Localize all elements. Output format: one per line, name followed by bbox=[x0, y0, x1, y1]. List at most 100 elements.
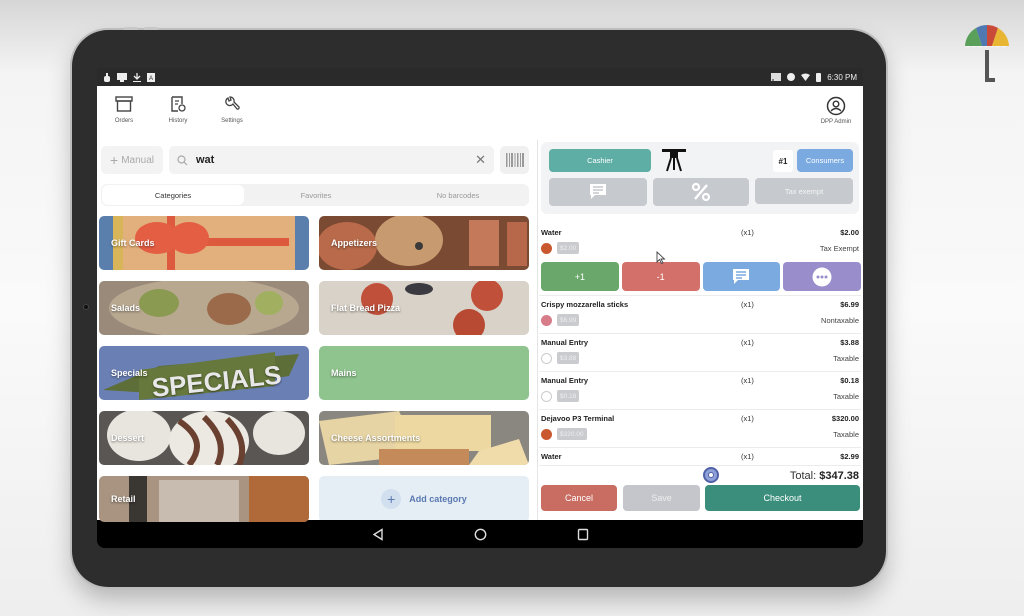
item-note-button[interactable] bbox=[702, 262, 781, 291]
close-icon[interactable]: ✕ bbox=[475, 152, 486, 168]
item-price: $2.99 bbox=[840, 452, 859, 461]
discount-button[interactable] bbox=[653, 178, 749, 206]
item-tax-status: Nontaxable bbox=[821, 316, 859, 325]
comment-icon bbox=[590, 184, 606, 199]
status-bar: A 6:30 PM bbox=[97, 68, 863, 86]
tab-favorites[interactable]: Favorites bbox=[245, 184, 387, 206]
notification-icon bbox=[104, 72, 110, 82]
search-value: wat bbox=[196, 154, 215, 166]
category-tile-gift-cards[interactable]: Gift Cards bbox=[99, 216, 309, 270]
do-not-disturb-icon bbox=[787, 73, 796, 81]
category-tile-mains[interactable]: Mains bbox=[319, 346, 529, 400]
tab-categories[interactable]: Categories bbox=[102, 185, 244, 205]
cashier-button[interactable]: Cashier bbox=[549, 149, 651, 172]
order-item[interactable]: Water (x1) $2.00 $2.00 Tax Exempt bbox=[539, 224, 861, 260]
tab-no-barcodes[interactable]: No barcodes bbox=[387, 184, 529, 206]
front-camera bbox=[83, 304, 89, 310]
item-color-dot bbox=[541, 243, 552, 254]
nav-orders-label: Orders bbox=[114, 118, 134, 124]
item-price: $0.18 bbox=[840, 376, 859, 385]
consumers-button[interactable]: Consumers bbox=[797, 149, 853, 172]
mouse-cursor-icon bbox=[656, 251, 666, 264]
user-circle-icon bbox=[826, 96, 846, 116]
android-navigation-bar bbox=[97, 520, 863, 548]
order-item[interactable]: Manual Entry (x1) $0.18 $0.18 Taxable bbox=[539, 372, 861, 410]
category-label: Dessert bbox=[111, 433, 145, 443]
item-tax-status: Taxable bbox=[833, 392, 859, 401]
more-dots-icon bbox=[812, 267, 832, 286]
user-name: DPP Admin bbox=[820, 119, 852, 125]
item-more-button[interactable] bbox=[783, 262, 861, 291]
item-unit-price: $3.88 bbox=[557, 352, 580, 364]
nav-history[interactable]: History bbox=[153, 96, 203, 124]
order-item[interactable]: Water (x1) $2.99 bbox=[539, 448, 861, 466]
checkout-button[interactable]: Checkout bbox=[705, 485, 860, 511]
item-name: Manual Entry bbox=[541, 376, 589, 385]
umbrella-logo-icon bbox=[965, 25, 1009, 82]
order-item[interactable]: Dejavoo P3 Terminal (x1) $320.00 $320.00… bbox=[539, 410, 861, 448]
nav-settings-label: Settings bbox=[221, 118, 243, 124]
category-tile-retail[interactable]: Retail bbox=[99, 476, 309, 522]
item-qty: (x1) bbox=[741, 228, 754, 237]
order-panel: Cashier #1 Consumers Tax exempt Water (x… bbox=[539, 140, 863, 520]
decrement-button[interactable]: -1 bbox=[621, 262, 700, 291]
tax-exempt-button[interactable]: Tax exempt bbox=[755, 178, 853, 204]
total-value: $347.38 bbox=[819, 470, 859, 482]
item-name: Water bbox=[541, 452, 562, 461]
archive-box-icon bbox=[115, 96, 133, 112]
item-color-dot bbox=[541, 353, 552, 364]
item-name: Manual Entry bbox=[541, 338, 589, 347]
category-label: Gift Cards bbox=[111, 238, 155, 248]
wrench-gear-icon bbox=[225, 96, 240, 110]
download-icon bbox=[133, 72, 141, 82]
user-menu[interactable]: DPP Admin bbox=[811, 96, 861, 125]
item-qty: (x1) bbox=[741, 300, 754, 309]
barcode-scan-button[interactable] bbox=[500, 146, 529, 174]
volume-button bbox=[124, 27, 138, 30]
top-navigation: Orders History Settings DPP Admin bbox=[97, 86, 863, 140]
nav-settings[interactable]: Settings bbox=[207, 96, 257, 124]
item-tax-status: Tax Exempt bbox=[819, 244, 859, 253]
increment-button[interactable]: +1 bbox=[541, 262, 619, 291]
comment-icon bbox=[733, 268, 750, 284]
search-input[interactable]: wat ✕ bbox=[169, 146, 494, 174]
add-category-label: Add category bbox=[409, 494, 467, 504]
status-time: 6:30 PM bbox=[827, 72, 857, 82]
category-label: Flat Bread Pizza bbox=[331, 303, 401, 313]
plus-icon: + bbox=[110, 152, 119, 168]
tablet-screen: A 6:30 PM Orders History Settings DPP Ad… bbox=[97, 68, 863, 548]
category-label: Cheese Assortments bbox=[331, 433, 421, 443]
item-unit-price: $0.18 bbox=[557, 390, 580, 402]
table-icon[interactable] bbox=[661, 148, 687, 172]
category-tile-specials[interactable]: SPECIALS Specials bbox=[99, 346, 309, 400]
a-badge-icon: A bbox=[147, 72, 155, 82]
item-tax-status: Taxable bbox=[833, 430, 859, 439]
category-tile-cheese-assortments[interactable]: Cheese Assortments bbox=[319, 411, 529, 465]
item-color-dot bbox=[541, 315, 552, 326]
order-controls: Cashier #1 Consumers Tax exempt bbox=[541, 142, 859, 214]
order-note-button[interactable] bbox=[549, 178, 647, 206]
nav-orders[interactable]: Orders bbox=[99, 96, 149, 124]
manual-entry-button[interactable]: + Manual bbox=[101, 146, 163, 174]
order-item[interactable]: Manual Entry (x1) $3.88 $3.88 Taxable bbox=[539, 334, 861, 372]
home-icon[interactable] bbox=[474, 528, 487, 541]
item-tax-status: Taxable bbox=[833, 354, 859, 363]
category-tile-flat-bread-pizza[interactable]: Flat Bread Pizza bbox=[319, 281, 529, 335]
svg-text:A: A bbox=[149, 76, 153, 82]
battery-icon bbox=[816, 72, 822, 82]
category-tile-salads[interactable]: Salads bbox=[99, 281, 309, 335]
save-button[interactable]: Save bbox=[623, 485, 700, 511]
order-item[interactable]: Crispy mozzarella sticks (x1) $6.99 $6.9… bbox=[539, 296, 861, 334]
category-label: Mains bbox=[331, 368, 357, 378]
back-icon[interactable] bbox=[372, 527, 384, 541]
recents-icon[interactable] bbox=[577, 528, 589, 541]
item-actions: +1 -1 bbox=[539, 260, 861, 296]
category-tile-appetizers[interactable]: Appetizers bbox=[319, 216, 529, 270]
catalog-panel: + Manual wat ✕ Categories Favorites No b bbox=[97, 140, 535, 522]
cancel-button[interactable]: Cancel bbox=[541, 485, 617, 511]
ticket-number: #1 bbox=[773, 150, 793, 172]
item-unit-price: $6.99 bbox=[557, 314, 580, 326]
add-category-button[interactable]: + Add category bbox=[319, 476, 529, 522]
pos-app: Orders History Settings DPP Admin + Manu… bbox=[97, 86, 863, 522]
category-tile-dessert[interactable]: Dessert bbox=[99, 411, 309, 465]
